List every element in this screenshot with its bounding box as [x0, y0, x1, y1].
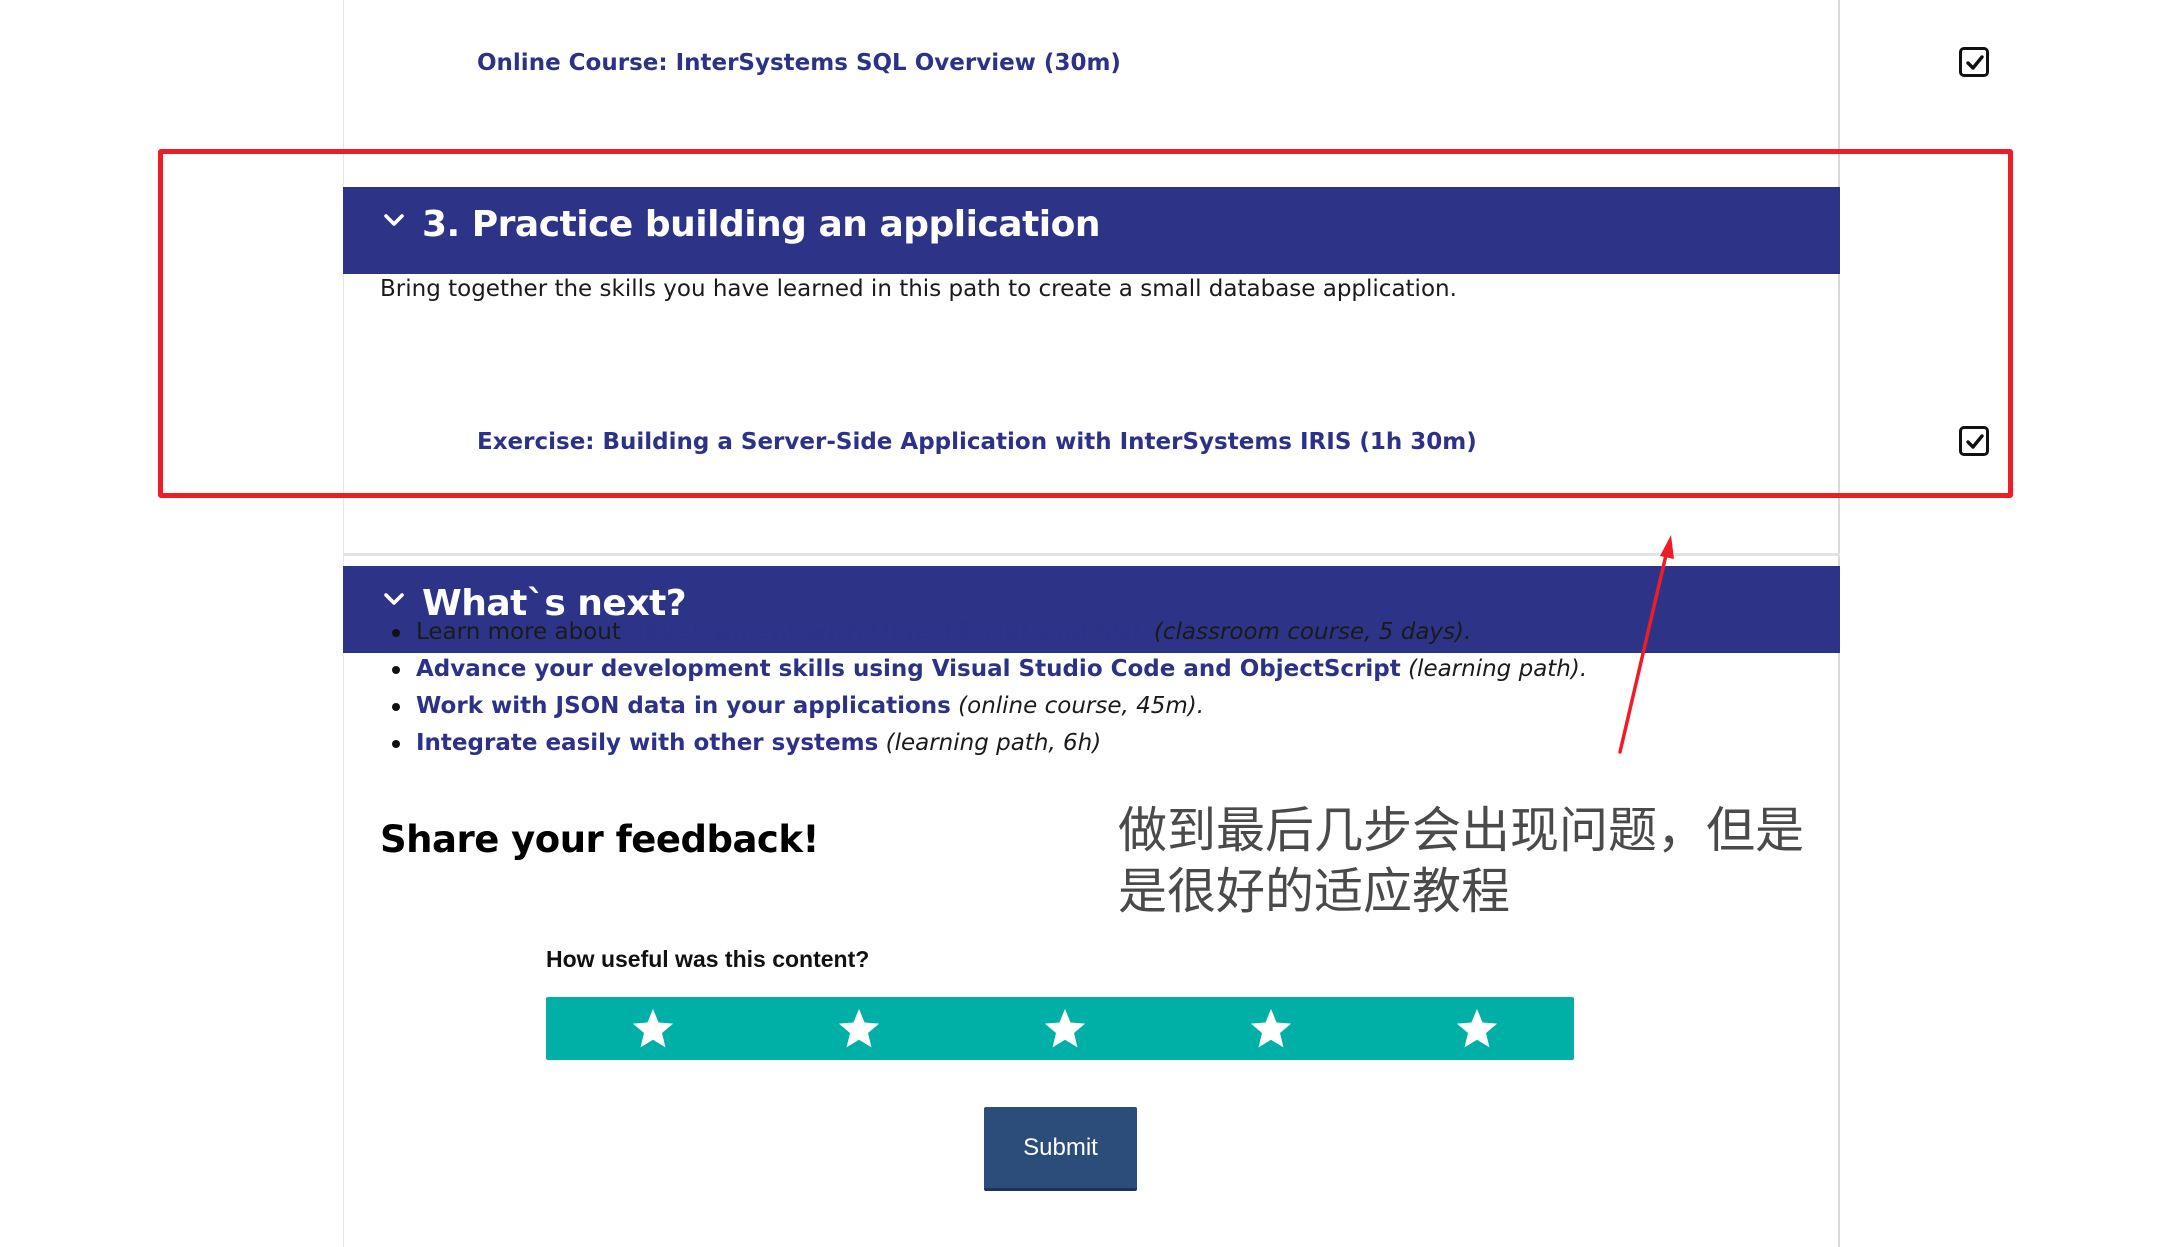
page: Online Course: InterSystems SQL Overview…	[0, 0, 2177, 1247]
annotation-arrow	[1618, 535, 1674, 754]
